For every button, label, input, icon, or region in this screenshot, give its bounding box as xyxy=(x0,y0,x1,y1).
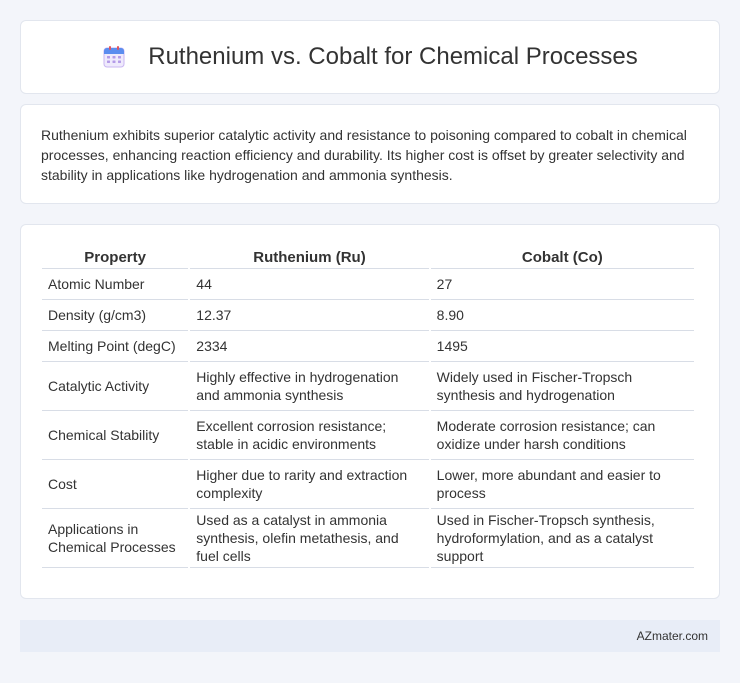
table-row: Cost Higher due to rarity and extraction… xyxy=(42,460,694,509)
row-property: Melting Point (degC) xyxy=(42,331,189,362)
header-ruthenium: Ruthenium (Ru) xyxy=(190,245,429,269)
row-ruthenium: Excellent corrosion resistance; stable i… xyxy=(190,411,429,460)
table-row: Applications in Chemical Processes Used … xyxy=(42,509,694,568)
table-row: Atomic Number 44 27 xyxy=(42,269,694,300)
row-cobalt: 8.90 xyxy=(430,300,694,331)
table-row: Melting Point (degC) 2334 1495 xyxy=(42,331,694,362)
table-row: Density (g/cm3) 12.37 8.90 xyxy=(42,300,694,331)
row-property: Density (g/cm3) xyxy=(42,300,189,331)
row-ruthenium: 2334 xyxy=(190,331,429,362)
row-cobalt: 27 xyxy=(430,269,694,300)
summary-card: Ruthenium exhibits superior catalytic ac… xyxy=(20,104,720,204)
comparison-table: Property Ruthenium (Ru) Cobalt (Co) Atom… xyxy=(40,245,696,568)
row-property: Applications in Chemical Processes xyxy=(42,509,189,568)
calendar-icon xyxy=(102,45,126,69)
row-property: Catalytic Activity xyxy=(42,362,189,411)
row-ruthenium: 12.37 xyxy=(190,300,429,331)
row-property: Cost xyxy=(42,460,189,509)
row-cobalt: 1495 xyxy=(430,331,694,362)
row-cobalt: Moderate corrosion resistance; can oxidi… xyxy=(430,411,694,460)
row-cobalt: Widely used in Fischer-Tropsch synthesis… xyxy=(430,362,694,411)
comparison-table-card: Property Ruthenium (Ru) Cobalt (Co) Atom… xyxy=(20,224,720,599)
title-wrap: Ruthenium vs. Cobalt for Chemical Proces… xyxy=(102,43,638,71)
header-property: Property xyxy=(42,245,189,269)
table-row: Catalytic Activity Highly effective in h… xyxy=(42,362,694,411)
row-property: Chemical Stability xyxy=(42,411,189,460)
row-ruthenium: Higher due to rarity and extraction comp… xyxy=(190,460,429,509)
header-cobalt: Cobalt (Co) xyxy=(430,245,694,269)
page-title: Ruthenium vs. Cobalt for Chemical Proces… xyxy=(148,43,638,70)
footer-brand: AZmater.com xyxy=(636,629,708,643)
summary-text: Ruthenium exhibits superior catalytic ac… xyxy=(41,127,687,183)
table-header-row: Property Ruthenium (Ru) Cobalt (Co) xyxy=(42,245,694,269)
row-property: Atomic Number xyxy=(42,269,189,300)
row-ruthenium: Used as a catalyst in ammonia synthesis,… xyxy=(190,509,429,568)
footer-bar: AZmater.com xyxy=(20,620,720,652)
row-cobalt: Lower, more abundant and easier to proce… xyxy=(430,460,694,509)
row-cobalt: Used in Fischer-Tropsch synthesis, hydro… xyxy=(430,509,694,568)
table-row: Chemical Stability Excellent corrosion r… xyxy=(42,411,694,460)
row-ruthenium: 44 xyxy=(190,269,429,300)
row-ruthenium: Highly effective in hydrogenation and am… xyxy=(190,362,429,411)
title-card: Ruthenium vs. Cobalt for Chemical Proces… xyxy=(20,20,720,94)
